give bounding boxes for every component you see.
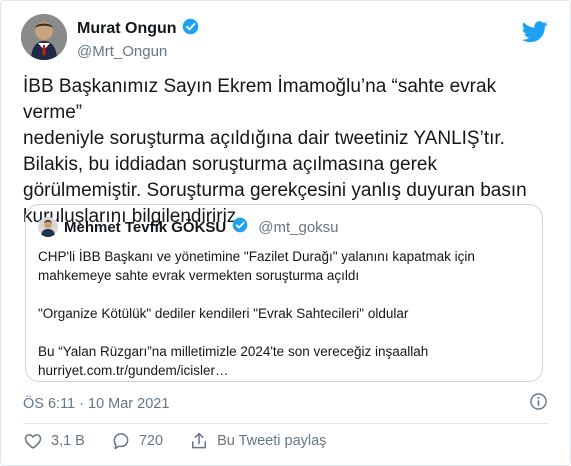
like-button[interactable]: 3,1 B xyxy=(23,431,85,451)
tweet-card: Murat Ongun @Mrt_Ongun İBB Başkanımız Sa… xyxy=(0,0,571,466)
timestamp-row: ÖS 6:11 · 10 Mar 2021 xyxy=(23,392,548,415)
author-handle[interactable]: @Mrt_Ongun xyxy=(77,43,199,60)
reply-bubble-icon xyxy=(111,431,131,451)
author-avatar[interactable] xyxy=(21,14,67,60)
quoted-author-handle: @mt_goksu xyxy=(258,218,339,236)
quoted-author-avatar xyxy=(38,217,58,237)
author-display-name[interactable]: Murat Ongun xyxy=(77,20,177,38)
share-button[interactable]: Bu Tweeti paylaş xyxy=(189,431,326,451)
share-label: Bu Tweeti paylaş xyxy=(217,433,327,449)
author-block: Murat Ongun @Mrt_Ongun xyxy=(77,18,199,60)
reply-count: 720 xyxy=(138,433,164,449)
verified-badge-icon xyxy=(232,217,248,238)
reply-button[interactable]: 720 xyxy=(111,431,163,451)
verified-badge-icon xyxy=(182,18,199,40)
action-bar: 3,1 B 720 Bu Tweeti paylaş xyxy=(23,431,352,451)
quoted-tweet-card[interactable]: Mehmet Tevfik GÖKSU @mt_goksu CHP'li İBB… xyxy=(25,204,543,382)
quoted-author-name: Mehmet Tevfik GÖKSU xyxy=(64,218,227,236)
like-count: 3,1 B xyxy=(51,433,85,449)
divider xyxy=(23,423,548,424)
info-icon[interactable] xyxy=(529,392,548,415)
twitter-bird-icon[interactable] xyxy=(522,21,548,48)
heart-icon xyxy=(23,431,43,451)
quoted-tweet-text: CHP'li İBB Başkanı ve yönetimine "Fazile… xyxy=(38,249,475,378)
share-icon xyxy=(189,431,209,451)
tweet-timestamp[interactable]: ÖS 6:11 · 10 Mar 2021 xyxy=(23,396,169,412)
